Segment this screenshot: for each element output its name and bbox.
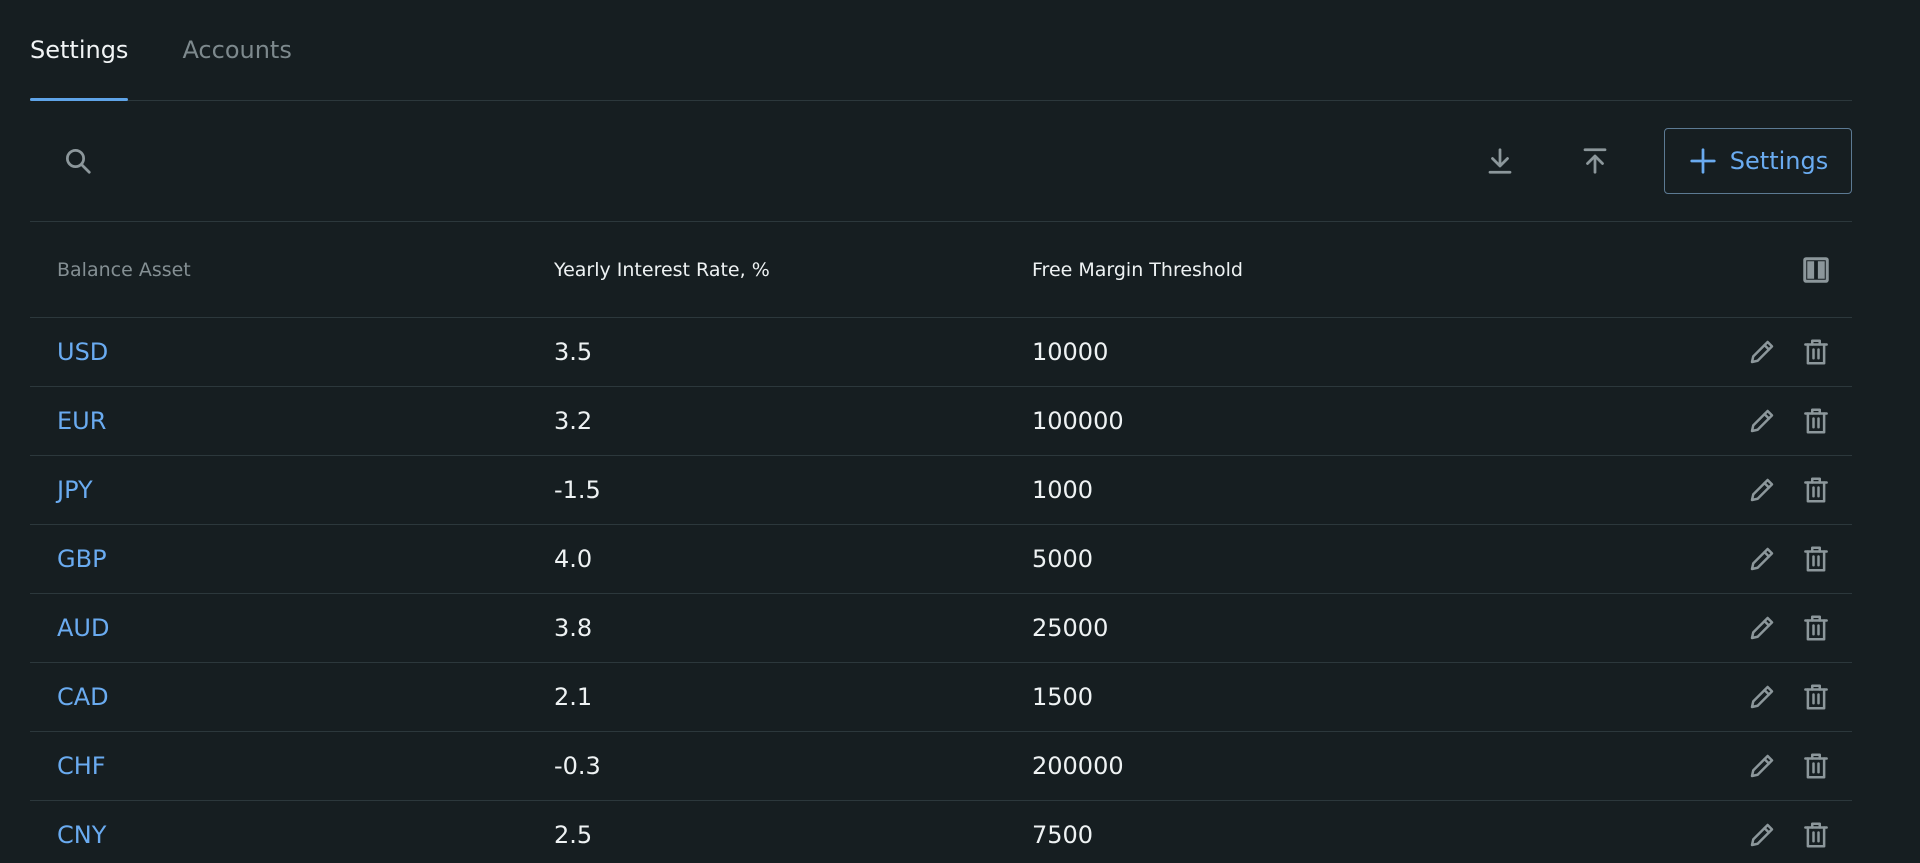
row-actions [1746, 594, 1832, 662]
edit-icon[interactable] [1746, 543, 1778, 575]
table-row: CNY 2.5 7500 [30, 801, 1852, 863]
toolbar: Settings [30, 101, 1852, 222]
margin-threshold-cell: 1500 [1032, 683, 1094, 711]
columns-icon [1800, 254, 1832, 286]
margin-threshold-cell: 7500 [1032, 821, 1094, 849]
margin-threshold-cell: 100000 [1032, 407, 1124, 435]
tab-accounts[interactable]: Accounts [182, 0, 291, 100]
balance-asset-link[interactable]: USD [57, 318, 108, 386]
delete-icon[interactable] [1800, 405, 1832, 437]
add-settings-button[interactable]: Settings [1664, 128, 1852, 194]
edit-icon[interactable] [1746, 405, 1778, 437]
settings-table: Balance Asset Yearly Interest Rate, % Fr… [30, 222, 1852, 863]
edit-icon[interactable] [1746, 612, 1778, 644]
table-row: CAD 2.1 1500 [30, 663, 1852, 732]
row-actions [1746, 318, 1832, 386]
margin-threshold-cell: 10000 [1032, 338, 1109, 366]
interest-rate-cell: -0.3 [554, 752, 601, 780]
interest-rate-cell: 2.1 [554, 683, 593, 711]
table-row: JPY -1.5 1000 [30, 456, 1852, 525]
upload-icon[interactable] [1577, 143, 1613, 179]
delete-icon[interactable] [1800, 750, 1832, 782]
balance-asset-link[interactable]: AUD [57, 594, 109, 662]
interest-rate-cell: 3.5 [554, 338, 593, 366]
tab-bar: Settings Accounts [30, 0, 1852, 101]
delete-icon[interactable] [1800, 474, 1832, 506]
balance-asset-link[interactable]: CHF [57, 732, 106, 800]
column-header-balance-asset[interactable]: Balance Asset [57, 222, 191, 317]
interest-rate-cell: 4.0 [554, 545, 593, 573]
interest-rate-cell: 3.2 [554, 407, 593, 435]
balance-asset-link[interactable]: CNY [57, 801, 106, 863]
delete-icon[interactable] [1800, 543, 1832, 575]
edit-icon[interactable] [1746, 819, 1778, 851]
balance-asset-link[interactable]: CAD [57, 663, 109, 731]
margin-threshold-cell: 200000 [1032, 752, 1124, 780]
margin-threshold-cell: 1000 [1032, 476, 1094, 504]
margin-threshold-cell: 5000 [1032, 545, 1094, 573]
edit-icon[interactable] [1746, 336, 1778, 368]
balance-asset-link[interactable]: EUR [57, 387, 106, 455]
delete-icon[interactable] [1800, 819, 1832, 851]
balance-asset-link[interactable]: GBP [57, 525, 107, 593]
table-row: USD 3.5 10000 [30, 318, 1852, 387]
margin-threshold-cell: 25000 [1032, 614, 1109, 642]
column-header-interest-rate[interactable]: Yearly Interest Rate, % [554, 222, 770, 317]
search-icon[interactable] [60, 143, 96, 179]
interest-rate-cell: 3.8 [554, 614, 593, 642]
delete-icon[interactable] [1800, 681, 1832, 713]
column-toggle-button[interactable] [1800, 222, 1832, 317]
row-actions [1746, 387, 1832, 455]
interest-rate-cell: -1.5 [554, 476, 601, 504]
row-actions [1746, 732, 1832, 800]
settings-page: Settings Accounts Settings Balance Asset… [0, 0, 1920, 863]
edit-icon[interactable] [1746, 750, 1778, 782]
table-row: GBP 4.0 5000 [30, 525, 1852, 594]
interest-rate-cell: 2.5 [554, 821, 593, 849]
row-actions [1746, 663, 1832, 731]
delete-icon[interactable] [1800, 336, 1832, 368]
add-settings-label: Settings [1729, 147, 1829, 175]
tab-settings[interactable]: Settings [30, 0, 129, 101]
table-row: AUD 3.8 25000 [30, 594, 1852, 663]
row-actions [1746, 456, 1832, 524]
edit-icon[interactable] [1746, 474, 1778, 506]
table-row: CHF -0.3 200000 [30, 732, 1852, 801]
row-actions [1746, 801, 1832, 863]
plus-icon [1688, 146, 1718, 176]
column-header-margin-threshold[interactable]: Free Margin Threshold [1032, 222, 1243, 317]
edit-icon[interactable] [1746, 681, 1778, 713]
delete-icon[interactable] [1800, 612, 1832, 644]
table-body: USD 3.5 10000 EUR 3.2 100000 JPY -1.5 10… [30, 318, 1852, 863]
table-header: Balance Asset Yearly Interest Rate, % Fr… [30, 222, 1852, 318]
download-icon[interactable] [1482, 143, 1518, 179]
row-actions [1746, 525, 1832, 593]
balance-asset-link[interactable]: JPY [57, 456, 93, 524]
table-row: EUR 3.2 100000 [30, 387, 1852, 456]
